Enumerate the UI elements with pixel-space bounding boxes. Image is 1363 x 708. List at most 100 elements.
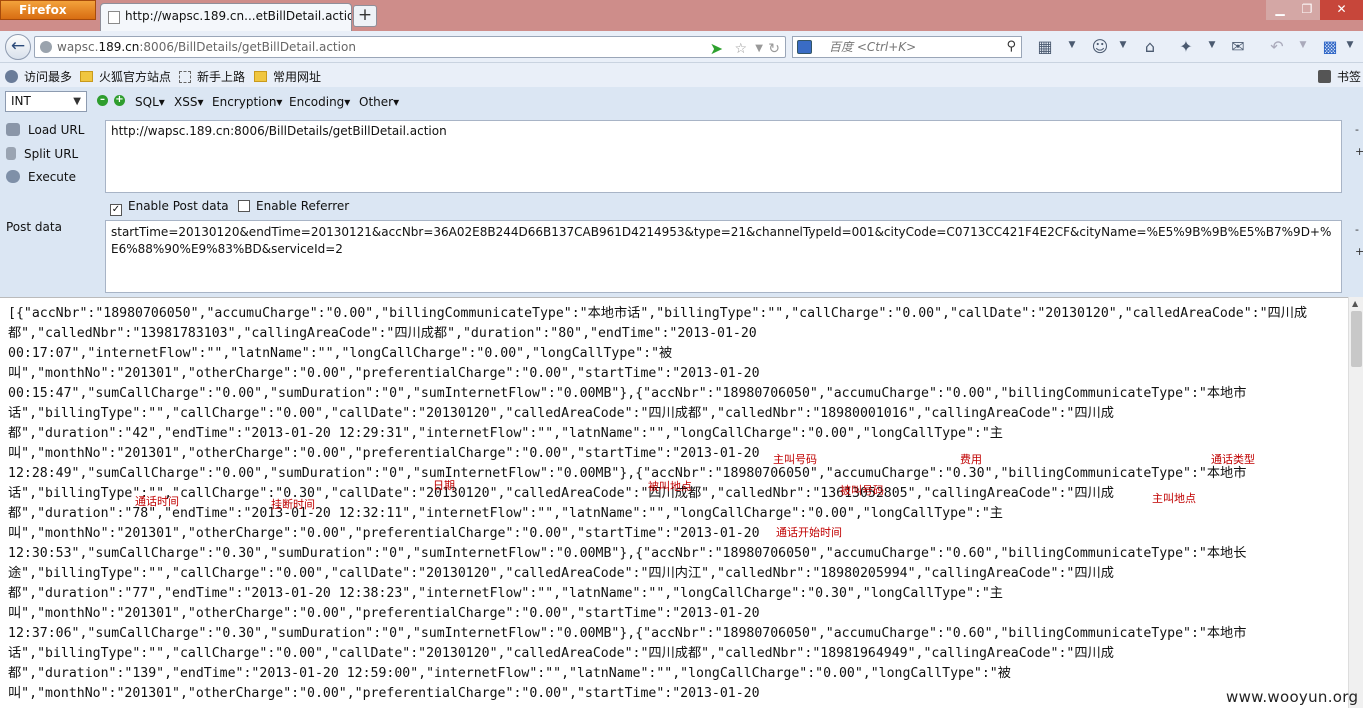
enable-post-checkbox[interactable]: ✓ Enable Post data <box>110 199 229 216</box>
play-icon <box>6 170 20 183</box>
response-line: 都","duration":"42","endTime":"2013-01-20… <box>8 426 1003 441</box>
maximize-button[interactable]: ❐ <box>1294 0 1320 20</box>
browser-tab[interactable]: http://wapsc.189.cn...etBillDetail.actio… <box>100 3 352 31</box>
annotation-fee: 费用 <box>960 453 982 466</box>
watermark: www.wooyun.org <box>1226 688 1359 706</box>
go-icon[interactable]: ➤ <box>710 39 723 59</box>
vertical-scrollbar[interactable]: ▲ <box>1348 297 1363 708</box>
windows-icon[interactable]: ▩ <box>1320 37 1340 56</box>
new-tab-button[interactable]: + <box>353 5 377 27</box>
dropdown-arrow-icon[interactable]: ▼ <box>1062 40 1082 50</box>
bookmark-getting-started[interactable]: 新手上路 <box>179 68 245 85</box>
response-line: 00:17:07","internetFlow":"","latnName":"… <box>8 346 673 361</box>
dropdown-arrow-icon[interactable]: ▼ <box>1113 40 1133 50</box>
checkmark-icon: ✓ <box>110 204 122 216</box>
response-line: 叫","monthNo":"201301","otherCharge":"0.0… <box>8 366 760 381</box>
bookmarks-menu[interactable]: 书签 <box>1318 68 1361 85</box>
url-path: :8006/BillDetails/getBillDetail.action <box>139 40 356 54</box>
plus-icon[interactable]: + <box>114 95 125 106</box>
load-icon <box>6 123 20 136</box>
title-bar: Firefox http://wapsc.189.cn...etBillDeta… <box>0 0 1363 31</box>
annotation-called-number: 被叫号码 <box>840 484 884 497</box>
bookmarks-star-icon <box>1318 70 1331 83</box>
hackbar-panel: INT ▼ – + SQL▾ XSS▾ Encryption▾ Encoding▾… <box>0 87 1363 297</box>
globe-icon <box>40 41 52 53</box>
menu-xss[interactable]: XSS▾ <box>174 95 203 109</box>
execute-button[interactable]: Execute <box>6 170 76 184</box>
collapse-icon[interactable]: - <box>1355 123 1359 136</box>
url-domain: 189.cn <box>98 40 140 54</box>
menu-encoding[interactable]: Encoding▾ <box>289 95 350 109</box>
screenshot-icon[interactable]: ▦ <box>1035 37 1055 56</box>
home-icon[interactable]: ⌂ <box>1140 37 1160 56</box>
bookmark-firefox-site[interactable]: 火狐官方站点 <box>80 68 171 85</box>
tools-icon[interactable]: ✦ <box>1176 37 1196 56</box>
json-response: [{"accNbr":"18980706050","accumuCharge":… <box>8 304 1338 704</box>
undo-icon[interactable]: ↶ <box>1267 37 1287 56</box>
tab-title: http://wapsc.189.cn...etBillDetail.actio… <box>125 9 352 23</box>
menu-encryption[interactable]: Encryption▾ <box>212 95 282 109</box>
search-icon[interactable]: ⚲ <box>1006 37 1016 57</box>
response-line: 叫","monthNo":"201301","otherCharge":"0.0… <box>8 446 760 461</box>
response-line: 叫","monthNo":"201301","otherCharge":"0.0… <box>8 526 760 541</box>
url-prefix: wapsc. <box>57 40 99 54</box>
gear-icon <box>5 70 18 83</box>
menu-other[interactable]: Other▾ <box>359 95 399 109</box>
response-line: 叫","monthNo":"201301","otherCharge":"0.0… <box>8 606 760 621</box>
firefox-menu-button[interactable]: Firefox <box>0 0 96 20</box>
addon-icon[interactable]: ☺ <box>1090 37 1110 56</box>
folder-icon <box>254 71 267 82</box>
mail-icon[interactable]: ✉ <box>1228 37 1248 56</box>
dropdown-arrow-icon[interactable]: ▼ <box>1293 40 1313 50</box>
response-line: 都","duration":"139","endTime":"2013-01-2… <box>8 666 1011 681</box>
bookmark-common-sites[interactable]: 常用网址 <box>254 68 321 85</box>
post-data-textarea[interactable]: startTime=20130120&endTime=20130121&accN… <box>105 220 1342 293</box>
expand-icon[interactable]: + <box>1355 145 1363 158</box>
page-icon <box>179 71 191 83</box>
annotation-call-duration: 通话时间 <box>135 495 179 508</box>
search-input[interactable]: 百度 <Ctrl+K> ⚲ <box>792 36 1022 58</box>
bookmark-star-icon[interactable]: ☆ <box>734 39 747 59</box>
response-line: 00:15:47","sumCallCharge":"0.00","sumDur… <box>8 386 1247 401</box>
scissors-icon <box>6 147 16 160</box>
load-url-button[interactable]: Load URL <box>6 123 84 137</box>
response-line: 叫","monthNo":"201301","otherCharge":"0.0… <box>8 686 760 701</box>
menu-sql[interactable]: SQL▾ <box>135 95 165 109</box>
back-arrow-icon[interactable]: ← <box>5 34 31 60</box>
dropdown-arrow-icon[interactable]: ▼ <box>1202 40 1222 50</box>
response-line: 都","calledNbr":"13981783103","callingAre… <box>8 326 757 341</box>
response-line: 途","billingType":"","callCharge":"0.00",… <box>8 566 1114 581</box>
search-placeholder: 百度 <Ctrl+K> <box>829 40 917 54</box>
enable-referrer-checkbox[interactable]: Enable Referrer <box>238 199 349 213</box>
type-select[interactable]: INT ▼ <box>5 91 87 112</box>
scroll-thumb[interactable] <box>1351 311 1362 367</box>
minus-icon[interactable]: – <box>97 95 108 106</box>
minimize-button[interactable]: ▁ <box>1266 0 1294 20</box>
baidu-icon <box>797 40 812 54</box>
response-line: 12:37:06","sumCallCharge":"0.30","sumDur… <box>8 626 1247 641</box>
bookmarks-bar: 访问最多 火狐官方站点 新手上路 常用网址 书签 <box>0 63 1363 87</box>
page-content: [{"accNbr":"18980706050","accumuCharge":… <box>0 297 1348 708</box>
annotation-caller-number: 主叫号码 <box>773 453 817 466</box>
close-window-button[interactable]: ✕ <box>1320 0 1363 20</box>
scroll-up-icon[interactable]: ▲ <box>1352 299 1358 308</box>
response-line: 12:30:53","sumCallCharge":"0.30","sumDur… <box>8 546 1247 561</box>
navigation-bar: ← wapsc.189.cn:8006/BillDetails/getBillD… <box>0 31 1363 63</box>
annotation-start-time: 通话开始时间 <box>776 526 842 539</box>
dropdown-arrow-icon[interactable]: ▼ <box>755 39 763 59</box>
annotation-date: 日期 <box>433 479 455 492</box>
annotation-end-time: 挂断时间 <box>271 498 315 511</box>
response-line: 都","duration":"78","endTime":"2013-01-20… <box>8 506 1003 521</box>
url-bar[interactable]: wapsc.189.cn:8006/BillDetails/getBillDet… <box>34 36 786 58</box>
annotation-caller-area: 主叫地点 <box>1152 492 1196 505</box>
split-url-button[interactable]: Split URL <box>6 147 78 161</box>
expand-icon[interactable]: + <box>1355 245 1363 258</box>
reload-icon[interactable]: ↻ <box>768 39 780 59</box>
url-textarea[interactable]: http://wapsc.189.cn:8006/BillDetails/get… <box>105 120 1342 193</box>
dropdown-arrow-icon[interactable]: ▼ <box>1340 40 1360 50</box>
response-line: [{"accNbr":"18980706050","accumuCharge":… <box>8 306 1308 321</box>
bookmark-most-visited[interactable]: 访问最多 <box>5 68 72 85</box>
response-line: 话","billingType":"","callCharge":"0.00",… <box>8 406 1114 421</box>
collapse-icon[interactable]: - <box>1355 223 1359 236</box>
post-data-label: Post data <box>6 220 62 234</box>
